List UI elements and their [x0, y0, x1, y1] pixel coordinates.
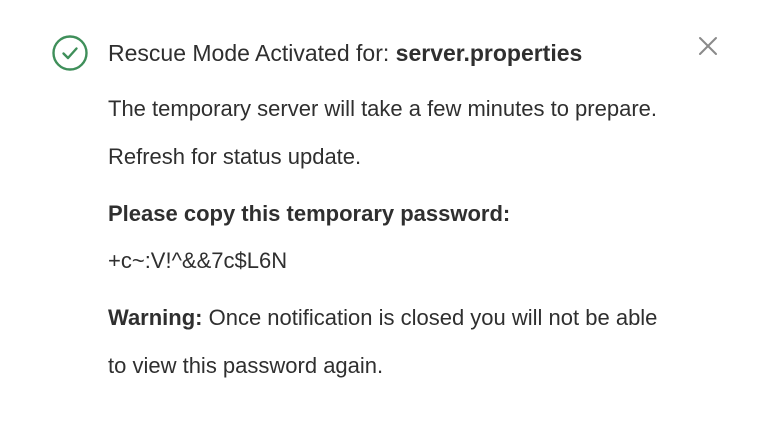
close-button[interactable] [694, 34, 722, 62]
close-icon [697, 35, 719, 62]
temporary-password: +c~:V!^&&7c$L6N [108, 248, 288, 273]
notification-message: The temporary server will take a few min… [108, 96, 658, 169]
notification-title: Rescue Mode Activated for: server.proper… [108, 38, 582, 68]
rescue-mode-notification: Rescue Mode Activated for: server.proper… [0, 0, 762, 428]
title-prefix: Rescue Mode Activated for: [108, 40, 396, 66]
title-filename: server.properties [395, 40, 583, 66]
password-label: Please copy this temporary password: [108, 201, 511, 226]
warning-label: Warning: [108, 305, 203, 330]
warning-message: Warning: Once notification is closed you… [108, 294, 668, 390]
check-circle-icon [52, 35, 88, 71]
